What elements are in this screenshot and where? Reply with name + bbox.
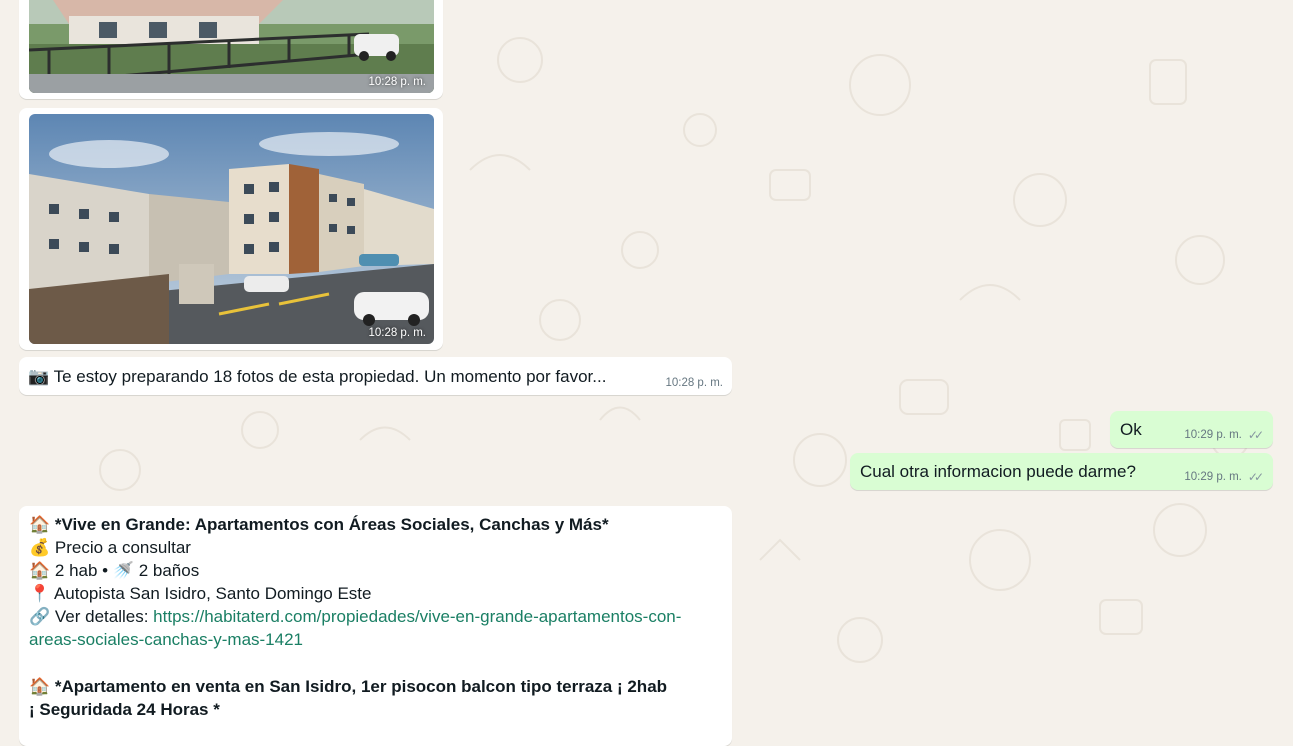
listing-1-details: 🔗 Ver detalles: https://habitaterd.com/p… — [29, 605, 681, 628]
photo-2-timestamp: 10:28 p. m. — [368, 327, 426, 339]
notice-time: 10:28 p. m. — [665, 377, 723, 389]
listing-1-rooms: 🏠 2 hab • 🚿 2 baños — [29, 561, 200, 580]
outgoing-message-question[interactable]: Cual otra informacion puede darme? 10:29… — [850, 453, 1273, 490]
ok-time: 10:29 p. m. — [1184, 429, 1242, 441]
listing-message[interactable]: 🏠 *Vive en Grande: Apartamentos con Área… — [19, 506, 732, 746]
property-photo-1[interactable]: 10:28 p. m. — [29, 0, 434, 93]
listing-spacer — [29, 651, 681, 675]
listing-1-details-label: 🔗 Ver detalles: — [29, 607, 154, 626]
read-ticks-icon: ✓✓ — [1247, 428, 1264, 442]
chat-messages[interactable]: 10:28 p. m. 10:28 p. m. 📷 Te estoy prepa… — [0, 0, 1293, 746]
listing-1-location: 📍 Autopista San Isidro, Santo Domingo Es… — [29, 584, 372, 603]
listing-1-link-line2[interactable]: areas-sociales-canchas-y-mas-1421 — [29, 630, 303, 649]
property-photo-2[interactable]: 10:28 p. m. — [29, 114, 434, 344]
notice-text: 📷 Te estoy preparando 18 fotos de esta p… — [28, 367, 607, 386]
question-meta: 10:29 p. m. ✓✓ — [1184, 470, 1264, 484]
listing-2-title-line2: ¡ Seguridada 24 Horas * — [29, 700, 220, 719]
listing-1-price: 💰 Precio a consultar — [29, 538, 191, 557]
ok-text: Ok — [1120, 420, 1142, 439]
apartment-photo-image — [29, 114, 434, 344]
photo-1-timestamp: 10:28 p. m. — [368, 76, 426, 88]
listing-2-title-line1: 🏠 *Apartamento en venta en San Isidro, 1… — [29, 677, 668, 696]
listing-body: 🏠 *Vive en Grande: Apartamentos con Área… — [29, 513, 681, 721]
listing-1-link-continued: areas-sociales-canchas-y-mas-1421 — [29, 628, 681, 651]
outgoing-message-ok[interactable]: Ok 10:29 p. m. ✓✓ — [1110, 411, 1273, 448]
photo-message-2[interactable]: 10:28 p. m. — [19, 108, 443, 350]
question-text: Cual otra informacion puede darme? — [860, 462, 1136, 481]
listing-1-title: 🏠 *Vive en Grande: Apartamentos con Área… — [29, 515, 609, 534]
listing-1-link[interactable]: https://habitaterd.com/propiedades/vive-… — [153, 607, 681, 626]
notice-message[interactable]: 📷 Te estoy preparando 18 fotos de esta p… — [19, 357, 732, 395]
read-ticks-icon: ✓✓ — [1247, 470, 1264, 484]
photo-message-1[interactable]: 10:28 p. m. — [19, 0, 443, 99]
notice-timestamp: 10:28 p. m. — [665, 377, 723, 389]
question-time: 10:29 p. m. — [1184, 471, 1242, 483]
ok-meta: 10:29 p. m. ✓✓ — [1184, 428, 1264, 442]
